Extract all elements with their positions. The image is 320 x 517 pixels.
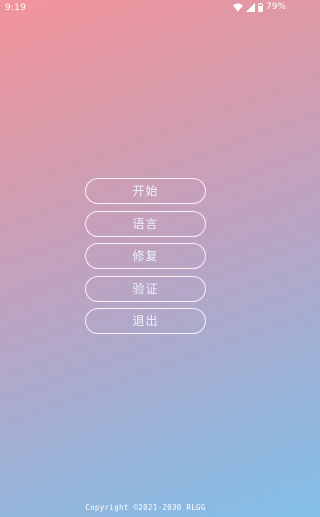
main-menu: 开始 语言 修复 验证 退出	[85, 178, 206, 341]
language-button[interactable]: 语言	[85, 210, 206, 237]
copyright-text: Copyright ©2021-2030 RLGG	[85, 503, 206, 512]
repair-button[interactable]: 修复	[85, 243, 206, 269]
status-time: 9:19	[5, 3, 27, 13]
signal-icon	[245, 2, 255, 12]
battery-percent: 79%	[265, 2, 286, 12]
battery-icon	[258, 2, 263, 12]
exit-button[interactable]: 退出	[85, 308, 206, 334]
status-icons: 79%	[232, 2, 286, 12]
verify-button[interactable]: 验证	[85, 275, 206, 302]
wifi-icon	[232, 3, 243, 12]
start-button[interactable]: 开始	[85, 178, 206, 204]
status-bar: 9:19 79%	[0, 0, 291, 16]
